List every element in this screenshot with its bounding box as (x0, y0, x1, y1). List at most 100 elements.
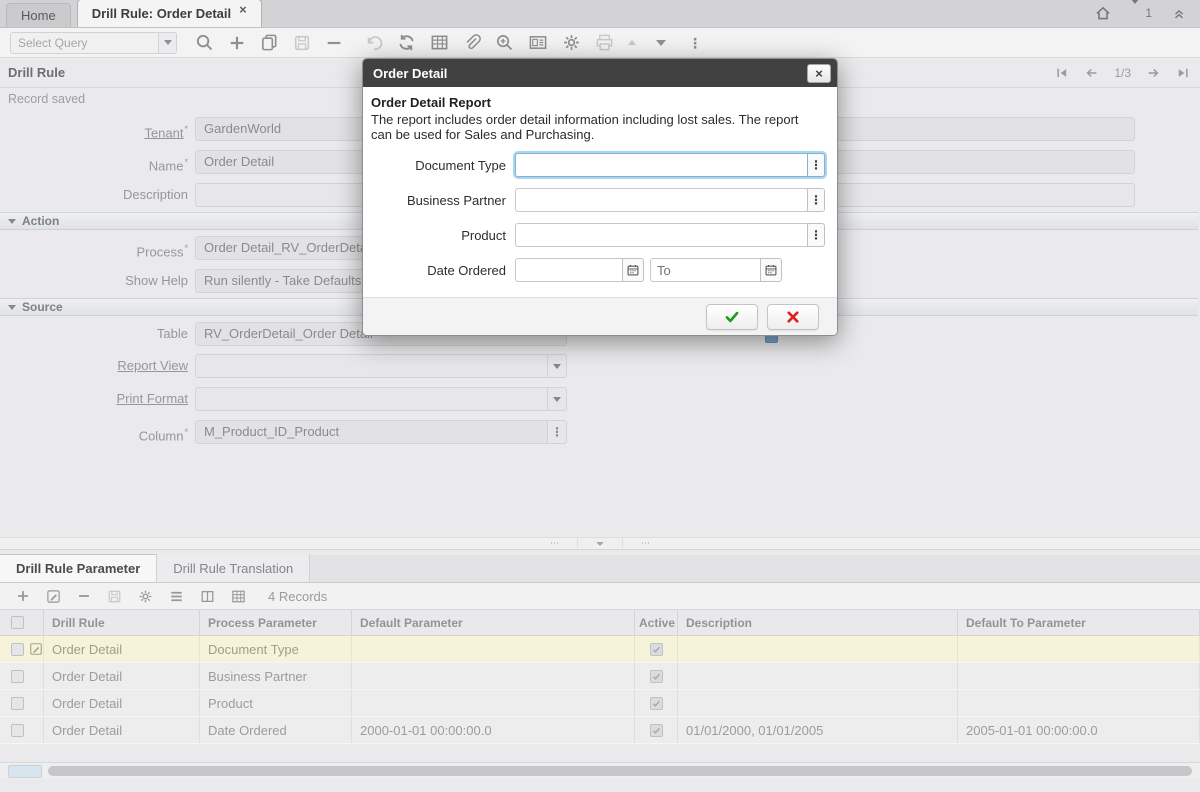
collapse-section-icon[interactable] (8, 305, 16, 310)
tab-close-icon[interactable]: × (239, 5, 247, 15)
date-ordered-label: Date Ordered (371, 263, 506, 278)
splitter-collapse-icon[interactable] (577, 539, 622, 548)
col-description[interactable]: Description (678, 610, 958, 635)
column-lookup-icon[interactable]: ⋮ (548, 420, 567, 444)
copy-record-icon[interactable] (260, 33, 279, 52)
row-checkbox[interactable] (11, 724, 24, 737)
splitter-dots-icon[interactable]: ⋯ (532, 539, 577, 548)
tab-drill-rule-translation[interactable]: Drill Rule Translation (157, 554, 310, 582)
name-label: Name* (0, 150, 188, 178)
table-row[interactable]: Order Detail Product (0, 690, 1200, 717)
date-from-input[interactable] (515, 258, 622, 282)
tenant-label[interactable]: Tenant* (0, 117, 188, 145)
select-query-dropdown-icon[interactable] (158, 32, 177, 54)
report-icon[interactable] (528, 33, 548, 52)
business-partner-input[interactable] (515, 188, 807, 212)
table-row[interactable]: Order Detail Date Ordered 2000-01-01 00:… (0, 717, 1200, 744)
edit-row-icon[interactable] (46, 589, 61, 604)
tab-home[interactable]: Home (6, 3, 71, 27)
grid-toggle-icon[interactable] (430, 33, 449, 52)
col-drill-rule[interactable]: Drill Rule (44, 610, 200, 635)
refresh-icon[interactable] (397, 33, 416, 52)
table-row[interactable]: Order Detail Document Type (0, 636, 1200, 663)
business-partner-label: Business Partner (371, 193, 506, 208)
previous-record-icon[interactable] (1084, 66, 1099, 80)
scrollbar-corner (8, 765, 42, 778)
print-format-field[interactable] (195, 387, 548, 411)
active-checkbox (650, 670, 663, 683)
col-process-parameter[interactable]: Process Parameter (200, 610, 352, 635)
date-from-combo (515, 258, 644, 282)
first-record-icon[interactable] (1055, 66, 1069, 80)
product-label: Product (371, 228, 506, 243)
toggle-list-icon[interactable] (169, 589, 184, 604)
horizontal-scrollbar[interactable] (0, 762, 1200, 779)
print-icon (595, 33, 614, 52)
cell-drill-rule: Order Detail (44, 690, 200, 716)
delete-row-icon[interactable] (77, 589, 91, 603)
new-record-icon[interactable] (228, 34, 246, 52)
ok-button[interactable] (706, 304, 758, 330)
parent-record-icon (628, 40, 636, 45)
cell-drill-rule: Order Detail (44, 636, 200, 662)
print-format-label[interactable]: Print Format (0, 387, 188, 411)
detail-grid-icon[interactable] (231, 589, 246, 604)
row-edit-icon[interactable] (29, 642, 43, 656)
cancel-button[interactable] (767, 304, 819, 330)
open-windows-dropdown-icon[interactable] (1131, 4, 1139, 22)
dialog-close-icon[interactable]: × (807, 64, 831, 83)
select-query-input[interactable] (10, 32, 158, 54)
table-row[interactable]: Order Detail Business Partner (0, 663, 1200, 690)
document-type-input[interactable] (515, 153, 807, 177)
col-default-to-parameter[interactable]: Default To Parameter (958, 610, 1200, 635)
dialog-titlebar[interactable]: Order Detail × (363, 59, 837, 87)
cell-process-parameter: Product (200, 690, 352, 716)
cell-description (678, 663, 958, 689)
splitter-dots-icon[interactable]: ⋯ (622, 539, 668, 548)
col-default-parameter[interactable]: Default Parameter (352, 610, 635, 635)
report-view-dropdown-icon[interactable] (548, 354, 567, 378)
report-view-field[interactable] (195, 354, 548, 378)
tab-drill-rule-parameter[interactable]: Drill Rule Parameter (0, 554, 157, 582)
zoom-across-icon[interactable] (495, 33, 514, 52)
print-format-dropdown-icon[interactable] (548, 387, 567, 411)
calendar-icon[interactable] (622, 258, 644, 282)
date-to-input[interactable] (650, 258, 760, 282)
collapse-header-icon[interactable] (1172, 6, 1186, 20)
process-icon[interactable] (562, 33, 581, 52)
window-header-controls: 1 (1095, 0, 1200, 27)
home-icon[interactable] (1095, 5, 1111, 21)
date-ordered-row: Date Ordered (371, 258, 825, 282)
collapse-section-icon[interactable] (8, 219, 16, 224)
product-input[interactable] (515, 223, 807, 247)
next-record-icon[interactable] (1146, 66, 1161, 80)
document-type-lookup-icon[interactable]: ⋮ (807, 153, 825, 177)
record-navigation: 1/3 (1055, 58, 1190, 88)
document-type-combo: ⋮ (515, 153, 825, 177)
row-checkbox[interactable] (11, 643, 24, 656)
report-view-label[interactable]: Report View (0, 354, 188, 378)
split-columns-icon[interactable] (200, 589, 215, 604)
cell-default-to-parameter (958, 663, 1200, 689)
find-record-icon[interactable] (195, 33, 214, 52)
row-checkbox[interactable] (11, 697, 24, 710)
product-lookup-icon[interactable]: ⋮ (807, 223, 825, 247)
row-checkbox[interactable] (11, 670, 24, 683)
col-active[interactable]: Active (635, 610, 678, 635)
detail-process-icon[interactable] (138, 589, 153, 604)
show-help-label: Show Help (0, 269, 188, 293)
document-type-row: Document Type ⋮ (371, 153, 825, 177)
last-record-icon[interactable] (1176, 66, 1190, 80)
delete-record-icon[interactable] (325, 34, 343, 52)
attachment-icon[interactable] (463, 34, 481, 52)
tab-drill-rule[interactable]: Drill Rule: Order Detail × (77, 0, 262, 27)
select-all-checkbox[interactable] (11, 616, 24, 629)
add-row-icon[interactable] (16, 589, 30, 603)
panel-splitter[interactable]: ⋯ ⋯ (0, 537, 1200, 550)
business-partner-lookup-icon[interactable]: ⋮ (807, 188, 825, 212)
scrollbar-thumb[interactable] (48, 766, 1192, 776)
more-toolbar-icon[interactable]: ⋮ (688, 36, 702, 50)
column-field[interactable]: M_Product_ID_Product (195, 420, 548, 444)
calendar-icon[interactable] (760, 258, 782, 282)
detail-record-icon[interactable] (656, 40, 666, 46)
